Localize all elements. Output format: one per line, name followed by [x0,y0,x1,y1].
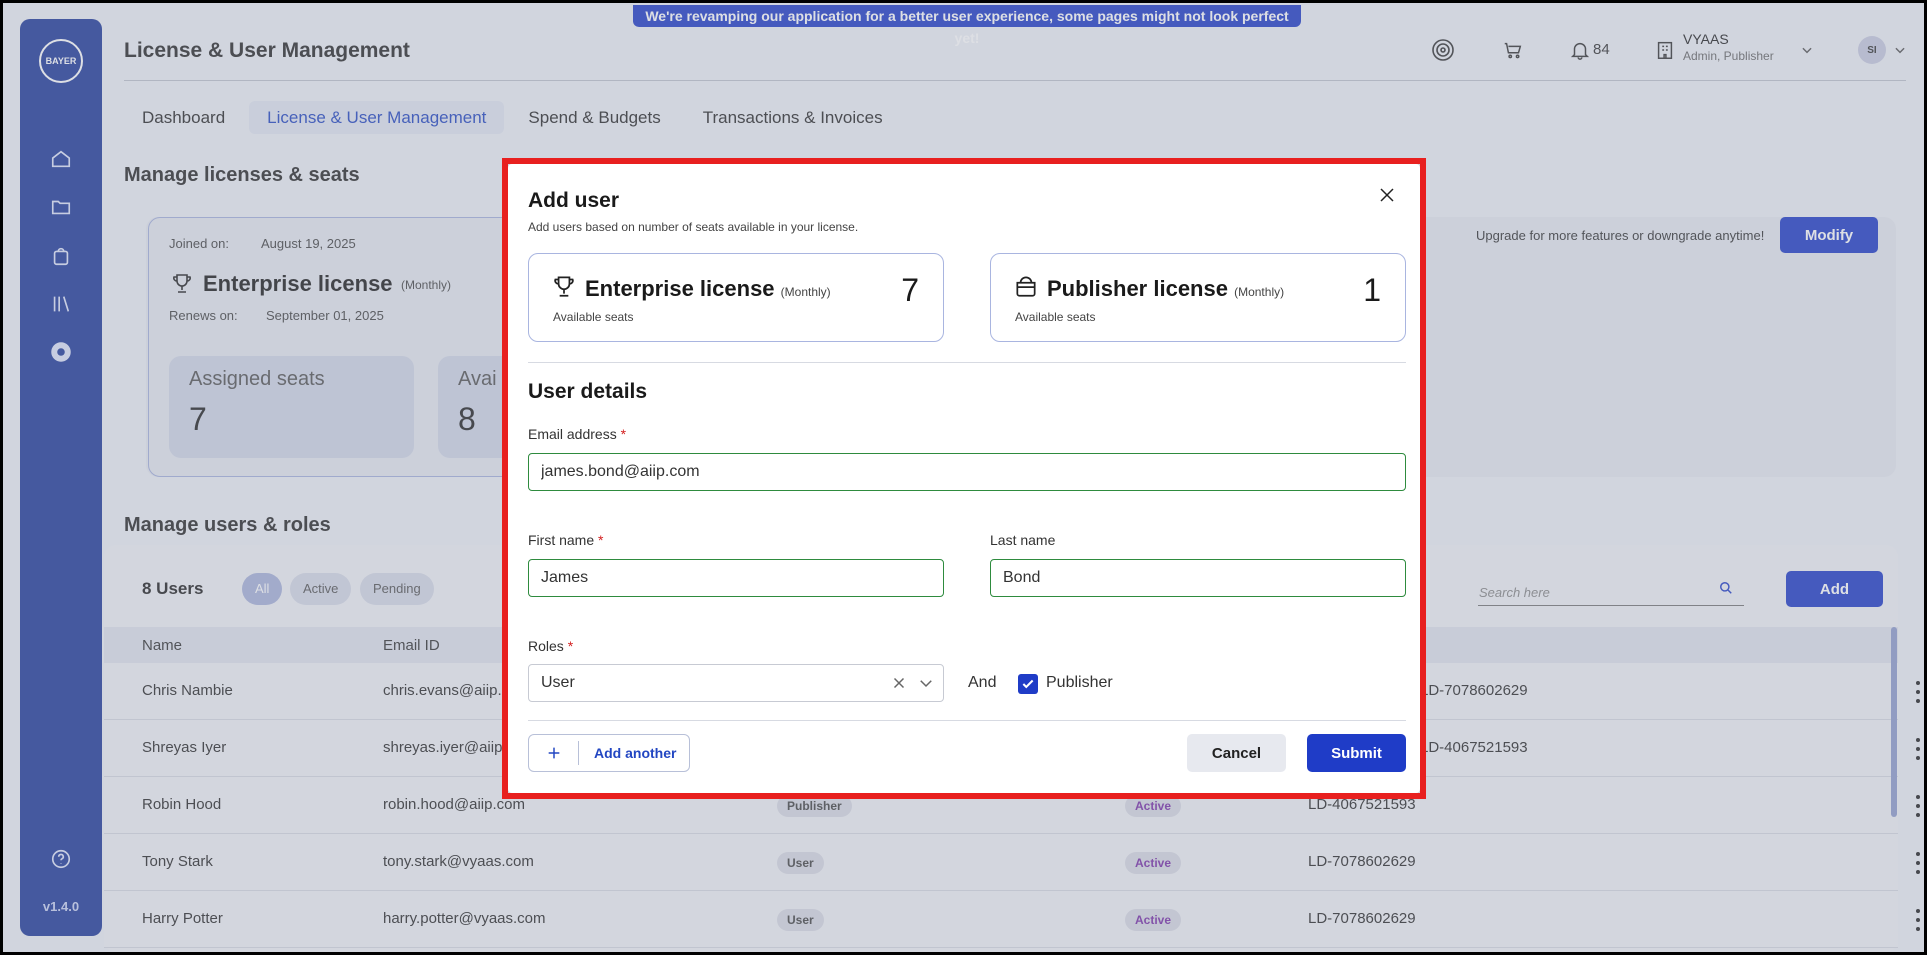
email-label-text: Email address [528,426,617,442]
publisher-license-period: (Monthly) [1234,285,1285,299]
roles-label: Roles * [528,638,573,654]
modal-divider [528,362,1406,363]
last-name-label: Last name [990,532,1056,548]
publisher-license-name: Publisher license (Monthly) [1047,276,1284,302]
plus-icon [529,741,579,765]
modal-title: Add user [528,189,620,212]
chevron-down-icon[interactable] [917,674,937,694]
enterprise-license-title: Enterprise license [585,276,775,301]
publisher-checkbox-label[interactable]: Publisher [1046,674,1113,692]
first-name-label-text: First name [528,532,595,548]
enterprise-license-name: Enterprise license (Monthly) [585,276,831,302]
email-field[interactable] [528,453,1406,491]
enterprise-seats-count: 7 [901,272,919,308]
add-another-button[interactable]: Add another [528,734,690,772]
check-icon [1022,679,1034,689]
required-mark: * [598,532,604,548]
clear-icon[interactable] [890,674,910,694]
add-user-modal: Add user Add users based on number of se… [508,164,1420,793]
required-mark: * [620,426,627,442]
user-details-title: User details [528,380,648,403]
enterprise-seats-card: Enterprise license (Monthly) Available s… [528,253,944,342]
publisher-seats-label: Available seats [1015,310,1096,324]
modal-subtitle: Add users based on number of seats avail… [528,220,859,234]
trophy-icon [551,273,579,301]
publisher-checkbox[interactable] [1018,674,1038,694]
email-label: Email address * [528,426,626,442]
required-mark: * [567,638,574,654]
submit-button[interactable]: Submit [1307,734,1406,772]
roles-label-text: Roles [528,638,564,654]
close-icon[interactable] [1378,186,1400,208]
and-label: And [968,674,997,691]
first-name-label: First name * [528,532,603,548]
role-select[interactable]: User [528,664,944,702]
first-name-field[interactable] [528,559,944,597]
modal-footer-divider [528,720,1406,721]
app-frame: BAYER v1.4.0 We're revamping our applica… [3,3,1924,952]
enterprise-license-period: (Monthly) [780,285,831,299]
cancel-button[interactable]: Cancel [1187,734,1286,772]
last-name-field[interactable] [990,559,1406,597]
role-select-value: User [541,674,575,691]
add-another-label: Add another [594,745,677,761]
publisher-seats-card: Publisher license (Monthly) Available se… [990,253,1406,342]
publisher-seats-count: 1 [1363,272,1381,308]
enterprise-seats-label: Available seats [553,310,634,324]
publisher-bag-icon [1013,273,1041,301]
publisher-license-title: Publisher license [1047,276,1228,301]
